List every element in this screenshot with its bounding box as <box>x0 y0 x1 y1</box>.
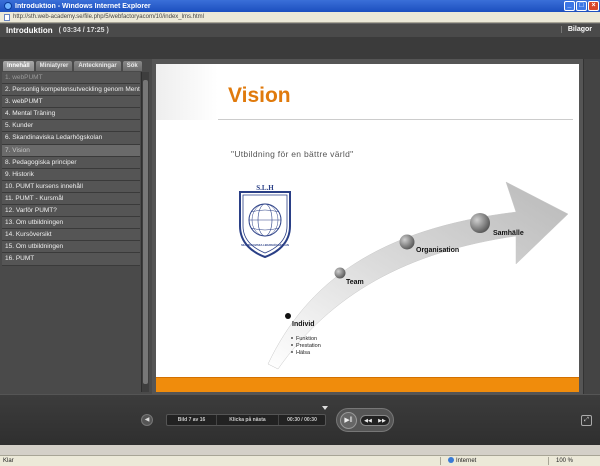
slide-footer-bar <box>156 377 579 392</box>
slide-area: Vision "Utbildning för en bättre värld" <box>152 59 583 394</box>
outline-item[interactable]: 14. Kursöversikt <box>2 229 140 242</box>
page-icon <box>4 13 10 21</box>
stage-dot-samhalle <box>470 213 490 233</box>
address-bar[interactable]: http://sth.web-academy.se/file.php/5/web… <box>0 12 600 23</box>
outline-item[interactable]: 4. Mental Träning <box>2 108 140 121</box>
outline-item[interactable]: 10. PUMT kursens innehåll <box>2 180 140 193</box>
window-title: Introduktion - Windows Internet Explorer <box>15 2 151 10</box>
individ-point: Funktion <box>296 336 317 342</box>
next-slide-button[interactable]: ▶▶ <box>378 418 386 424</box>
outline-item[interactable]: 7. Vision <box>2 144 140 157</box>
course-title: Introduktion <box>6 26 53 35</box>
zoom-level[interactable]: 100 % <box>556 456 573 466</box>
outline-item[interactable]: 16. PUMT <box>2 253 140 266</box>
tab-contents[interactable]: Innehåll <box>3 61 34 71</box>
outline-item[interactable]: 5. Kunder <box>2 120 140 133</box>
player-controls: ◀ Bild 7 av 16 Klicka på nästa 00:30 / 0… <box>0 394 600 445</box>
volume-icon[interactable]: ◀ <box>141 414 153 426</box>
outline-item[interactable]: 12. Varför PUMT? <box>2 205 140 218</box>
prev-slide-button[interactable]: ◀◀ <box>364 418 372 424</box>
status-bar: Klar Internet 100 % <box>0 455 600 466</box>
sidebar-scrollbar[interactable] <box>141 72 149 392</box>
fullscreen-icon[interactable]: ⤢ <box>581 415 592 426</box>
stage-dot-individ <box>285 313 291 319</box>
slide-info-bar: Bild 7 av 16 Klicka på nästa 00:30 / 00:… <box>166 414 326 426</box>
course-timer: ( 03:34 / 17:25 ) <box>58 27 109 34</box>
outline-item[interactable]: 1. webPUMT <box>2 72 140 85</box>
stage-label-samhalle: Samhälle <box>493 230 524 237</box>
slide: Vision "Utbildning för en bättre värld" <box>156 64 579 392</box>
tab-notes[interactable]: Anteckningar <box>74 61 121 71</box>
outline-item[interactable]: 15. Om utbildningen <box>2 241 140 254</box>
player-header: Introduktion ( 03:34 / 17:25 ) Bilagor <box>0 23 600 37</box>
status-separator <box>440 457 441 465</box>
ie-icon <box>4 2 12 10</box>
slide-hint: Klicka på nästa <box>217 415 279 425</box>
globe-icon <box>448 457 454 464</box>
outline-item[interactable]: 13. Om utbildningen <box>2 217 140 230</box>
tab-thumbnails[interactable]: Miniatyrer <box>35 61 73 71</box>
outline-sidebar: Innehåll Miniatyrer Anteckningar Sök 1. … <box>0 59 152 394</box>
close-icon[interactable]: × <box>588 1 599 11</box>
outline-item[interactable]: 11. PUMT - Kursmål <box>2 192 140 206</box>
outline-item[interactable]: 8. Pedagogiska principer <box>2 156 140 169</box>
vision-arrow-diagram: Individ Team Organisation Samhälle Funkt… <box>267 181 569 370</box>
slide-counter: Bild 7 av 16 <box>167 415 217 425</box>
window-titlebar: Introduktion - Windows Internet Explorer… <box>0 0 600 12</box>
stage-dot-organisation <box>399 234 415 250</box>
seek-handle[interactable] <box>322 406 328 410</box>
tab-search[interactable]: Sök <box>122 61 142 71</box>
address-url[interactable]: http://sth.web-academy.se/file.php/5/web… <box>13 14 204 20</box>
security-zone[interactable]: Internet <box>448 456 476 466</box>
stage-label-team: Team <box>346 279 364 286</box>
status-text: Klar <box>3 458 14 464</box>
outline-item[interactable]: 6. Skandinaviska Ledarhögskolan <box>2 132 140 145</box>
prev-next-group: ◀◀ ▶▶ <box>360 415 390 426</box>
outline-list: 1. webPUMT 2. Personlig kompetensutveckli… <box>2 72 140 392</box>
scrollbar-thumb[interactable] <box>143 80 148 384</box>
maximize-icon[interactable]: □ <box>576 1 587 11</box>
stage-label-individ: Individ <box>292 321 315 328</box>
individ-point: Prestation <box>296 343 321 349</box>
individ-point: Hälsa <box>296 350 311 356</box>
stage-label-organisation: Organisation <box>416 247 459 254</box>
slh-logo: S.L.H SKANDINAVISKA LEDARHÖGSKOLAN <box>239 184 291 258</box>
player-top-spacer <box>0 37 600 59</box>
logo-abbr: S.L.H <box>256 184 274 192</box>
stage-dot-team <box>334 267 346 279</box>
attachments-button[interactable]: Bilagor <box>560 26 592 33</box>
outline-item[interactable]: 2. Personlig kompetensutveckling genom M… <box>2 84 140 97</box>
right-scrollbar[interactable] <box>583 59 600 394</box>
sidebar-tabs: Innehåll Miniatyrer Anteckningar Sök <box>3 61 149 71</box>
transport-controls: ▶‖ ◀◀ ▶▶ <box>336 408 394 432</box>
play-pause-button[interactable]: ▶‖ <box>340 412 357 429</box>
outline-item[interactable]: 9. Historik <box>2 168 140 181</box>
minimize-icon[interactable]: _ <box>564 1 575 11</box>
status-separator <box>548 457 549 465</box>
zone-label: Internet <box>456 458 477 464</box>
slide-time: 00:30 / 00:30 <box>287 417 317 423</box>
outline-item[interactable]: 3. webPUMT <box>2 96 140 109</box>
